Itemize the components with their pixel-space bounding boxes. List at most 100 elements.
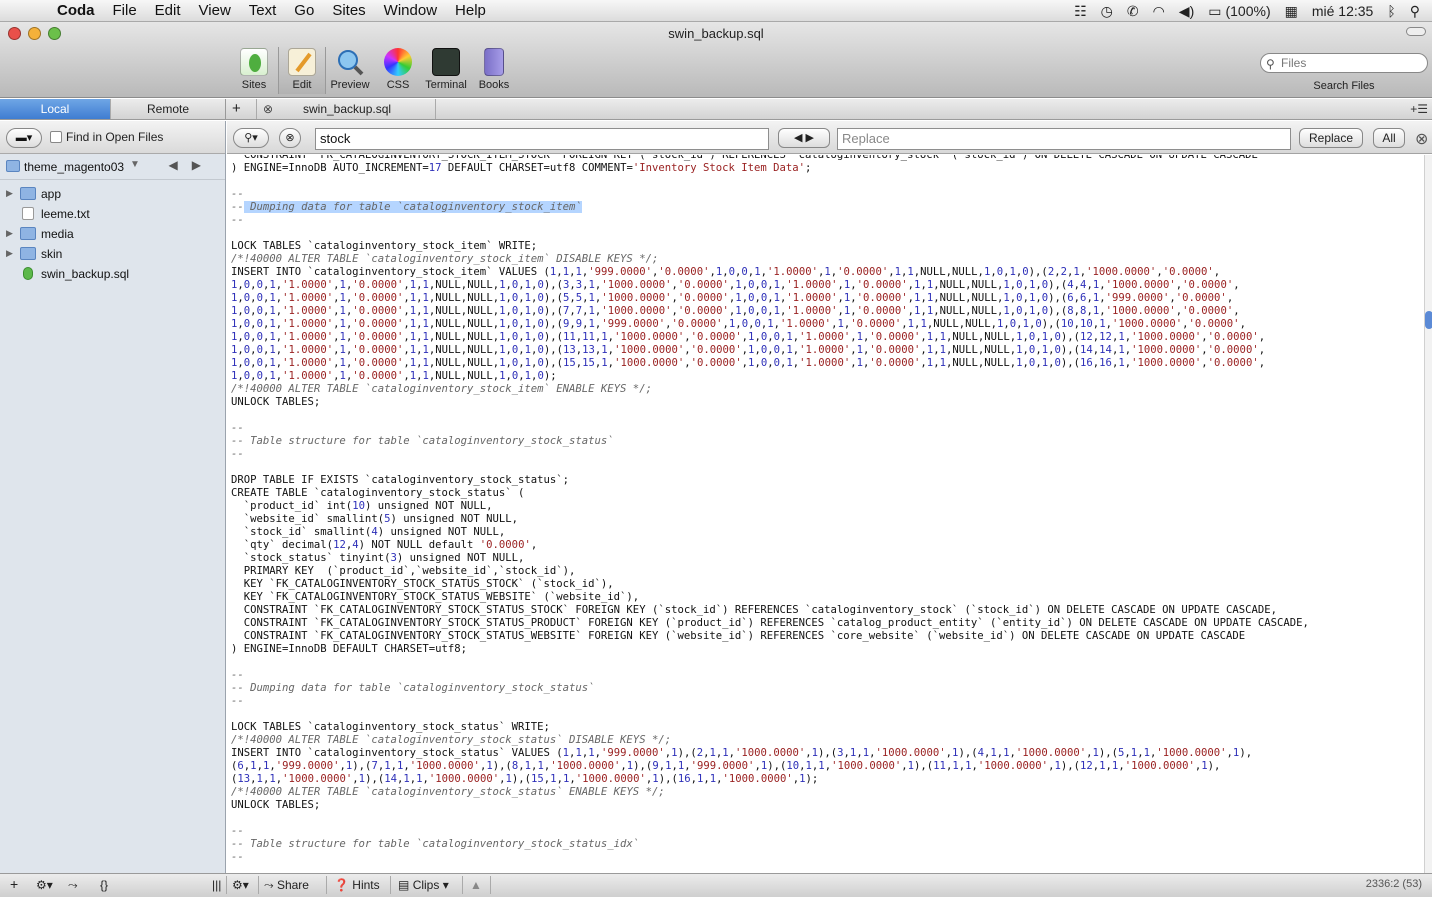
code-line[interactable]: PRIMARY KEY (`product_id`,`website_id`,`…	[231, 565, 1309, 578]
code-content[interactable]: CONSTRAINT `FK_CATALOGINVENTORY_STOCK_IT…	[231, 155, 1309, 864]
toolbar-preview-button[interactable]: Preview	[326, 48, 374, 94]
code-line[interactable]: `website_id` smallint(5) unsigned NOT NU…	[231, 513, 1309, 526]
code-line[interactable]: 1,0,0,1,'1.0000',1,'0.0000',1,1,NULL,NUL…	[231, 292, 1309, 305]
code-line[interactable]: `stock_status` tinyint(3) unsigned NOT N…	[231, 552, 1309, 565]
clock[interactable]: mié 12:35	[1312, 3, 1373, 19]
code-line[interactable]	[231, 409, 1309, 422]
menu-extras-icon[interactable]: ☷	[1074, 3, 1087, 20]
code-line[interactable]: `stock_id` smallint(4) unsigned NOT NULL…	[231, 526, 1309, 539]
code-line[interactable]: 1,0,0,1,'1.0000',1,'0.0000',1,1,NULL,NUL…	[231, 370, 1309, 383]
code-line[interactable]: UNLOCK TABLES;	[231, 799, 1309, 812]
bluetooth-icon[interactable]: ᛒ	[1387, 3, 1395, 19]
code-line[interactable]: 1,0,0,1,'1.0000',1,'0.0000',1,1,NULL,NUL…	[231, 318, 1309, 331]
disclosure-triangle-icon[interactable]: ▶	[6, 248, 13, 259]
code-line[interactable]: (13,1,1,'1000.0000',1),(14,1,1,'1000.000…	[231, 773, 1309, 786]
tree-item-media[interactable]: ▶ media	[0, 224, 225, 244]
new-tab-button[interactable]: +	[232, 99, 241, 119]
code-line[interactable]: -- Dumping data for table `cataloginvent…	[231, 682, 1309, 695]
search-options-button[interactable]: ⚲▾	[233, 128, 269, 148]
code-line[interactable]: INSERT INTO `cataloginventory_stock_stat…	[231, 747, 1309, 760]
hints-button[interactable]: ❓ Hints	[334, 878, 380, 892]
folder-action-button[interactable]: ▬▾	[6, 128, 42, 148]
menu-text[interactable]: Text	[240, 0, 286, 22]
code-line[interactable]: -- Table structure for table `cataloginv…	[231, 435, 1309, 448]
code-line[interactable]: LOCK TABLES `cataloginventory_stock_item…	[231, 240, 1309, 253]
toolbar-sites-button[interactable]: Sites	[230, 48, 278, 94]
toolbar-books-button[interactable]: Books	[470, 48, 518, 94]
menu-file[interactable]: File	[104, 0, 146, 22]
replace-input[interactable]: Replace	[837, 128, 1291, 150]
document-tab[interactable]: ⊗ swin_backup.sql	[256, 99, 436, 119]
code-line[interactable]: -- Dumping data for table `cataloginvent…	[231, 201, 1309, 214]
disclosure-triangle-icon[interactable]: ▶	[6, 188, 13, 199]
code-line[interactable]: --	[231, 851, 1309, 864]
tab-overflow-icon[interactable]: +☰	[1410, 99, 1428, 119]
code-line[interactable]: --	[231, 669, 1309, 682]
menu-edit[interactable]: Edit	[146, 0, 190, 22]
tab-remote[interactable]: Remote	[110, 99, 226, 119]
code-line[interactable]: 1,0,0,1,'1.0000',1,'0.0000',1,1,NULL,NUL…	[231, 357, 1309, 370]
code-line[interactable]: /*!40000 ALTER TABLE `cataloginventory_s…	[231, 253, 1309, 266]
toolbar-terminal-button[interactable]: Terminal	[422, 48, 470, 94]
code-line[interactable]: CREATE TABLE `cataloginventory_stock_sta…	[231, 487, 1309, 500]
menu-view[interactable]: View	[190, 0, 240, 22]
toolbar-css-button[interactable]: CSS	[374, 48, 422, 94]
share-button[interactable]: ⤳ Share	[264, 878, 309, 893]
menu-go[interactable]: Go	[285, 0, 323, 22]
warning-icon[interactable]: ▲	[470, 878, 482, 892]
code-line[interactable]: --	[231, 448, 1309, 461]
share-sidebar-icon[interactable]: ⤳	[68, 878, 78, 893]
gear-icon[interactable]: ⚙▾	[36, 878, 53, 892]
close-find-icon[interactable]: ⊗	[1415, 129, 1428, 149]
clips-button[interactable]: ▤ Clips ▾	[398, 878, 449, 892]
toolbar-toggle-button[interactable]	[1406, 27, 1426, 36]
code-line[interactable]: 1,0,0,1,'1.0000',1,'0.0000',1,1,NULL,NUL…	[231, 331, 1309, 344]
tree-item-skin[interactable]: ▶ skin	[0, 244, 225, 264]
code-line[interactable]: --	[231, 188, 1309, 201]
code-line[interactable]: DROP TABLE IF EXISTS `cataloginventory_s…	[231, 474, 1309, 487]
tab-local[interactable]: Local	[0, 99, 110, 119]
menu-window[interactable]: Window	[375, 0, 446, 22]
time-machine-icon[interactable]: ◷	[1101, 3, 1113, 20]
code-line[interactable]: /*!40000 ALTER TABLE `cataloginventory_s…	[231, 786, 1309, 799]
code-line[interactable]: UNLOCK TABLES;	[231, 396, 1309, 409]
code-line[interactable]: 1,0,0,1,'1.0000',1,'0.0000',1,1,NULL,NUL…	[231, 305, 1309, 318]
code-braces-icon[interactable]: {}	[100, 878, 108, 892]
code-editor[interactable]: CONSTRAINT `FK_CATALOGINVENTORY_STOCK_IT…	[227, 155, 1424, 873]
files-search-input[interactable]: ⚲ Files	[1260, 53, 1428, 73]
disclosure-triangle-icon[interactable]: ▶	[6, 228, 13, 239]
code-line[interactable]	[231, 227, 1309, 240]
code-line[interactable]: CONSTRAINT `FK_CATALOGINVENTORY_STOCK_ST…	[231, 604, 1309, 617]
code-line[interactable]: 1,0,0,1,'1.0000',1,'0.0000',1,1,NULL,NUL…	[231, 279, 1309, 292]
code-line[interactable]: CONSTRAINT `FK_CATALOGINVENTORY_STOCK_ST…	[231, 617, 1309, 630]
code-line[interactable]	[231, 461, 1309, 474]
code-line[interactable]	[231, 175, 1309, 188]
menu-sites[interactable]: Sites	[323, 0, 374, 22]
replace-button[interactable]: Replace	[1299, 128, 1363, 148]
code-line[interactable]: CONSTRAINT `FK_CATALOGINVENTORY_STOCK_ST…	[231, 630, 1309, 643]
code-line[interactable]: ) ENGINE=InnoDB DEFAULT CHARSET=utf8;	[231, 643, 1309, 656]
code-line[interactable]: (6,1,1,'999.0000',1),(7,1,1,'1000.0000',…	[231, 760, 1309, 773]
scrollbar-thumb[interactable]	[1425, 311, 1432, 329]
current-folder-name[interactable]: theme_magento03	[24, 160, 124, 174]
spotlight-icon[interactable]: ⚲	[1410, 3, 1420, 20]
wifi-icon[interactable]: ◠	[1153, 3, 1165, 20]
code-line[interactable]: `product_id` int(10) unsigned NOT NULL,	[231, 500, 1309, 513]
phone-icon[interactable]: ✆	[1127, 3, 1139, 20]
tree-item-app[interactable]: ▶ app	[0, 184, 225, 204]
code-line[interactable]: --	[231, 825, 1309, 838]
volume-icon[interactable]: ◀)	[1179, 3, 1194, 20]
calendar-icon[interactable]: ▦	[1285, 3, 1298, 20]
code-line[interactable]: KEY `FK_CATALOGINVENTORY_STOCK_STATUS_ST…	[231, 578, 1309, 591]
menu-help[interactable]: Help	[446, 0, 495, 22]
code-line[interactable]	[231, 812, 1309, 825]
find-prev-next-buttons[interactable]: ◀ ▶	[778, 128, 830, 148]
close-tab-icon[interactable]: ⊗	[263, 99, 273, 119]
code-line[interactable]: CONSTRAINT `FK_CATALOGINVENTORY_STOCK_IT…	[231, 155, 1309, 162]
back-forward-arrows[interactable]: ◀▶	[169, 158, 215, 172]
code-line[interactable]: 1,0,0,1,'1.0000',1,'0.0000',1,1,NULL,NUL…	[231, 344, 1309, 357]
code-line[interactable]: --	[231, 214, 1309, 227]
find-in-open-files-checkbox[interactable]	[50, 131, 62, 143]
editor-scrollbar[interactable]	[1424, 155, 1432, 873]
chevron-down-icon[interactable]: ▼	[130, 159, 140, 170]
